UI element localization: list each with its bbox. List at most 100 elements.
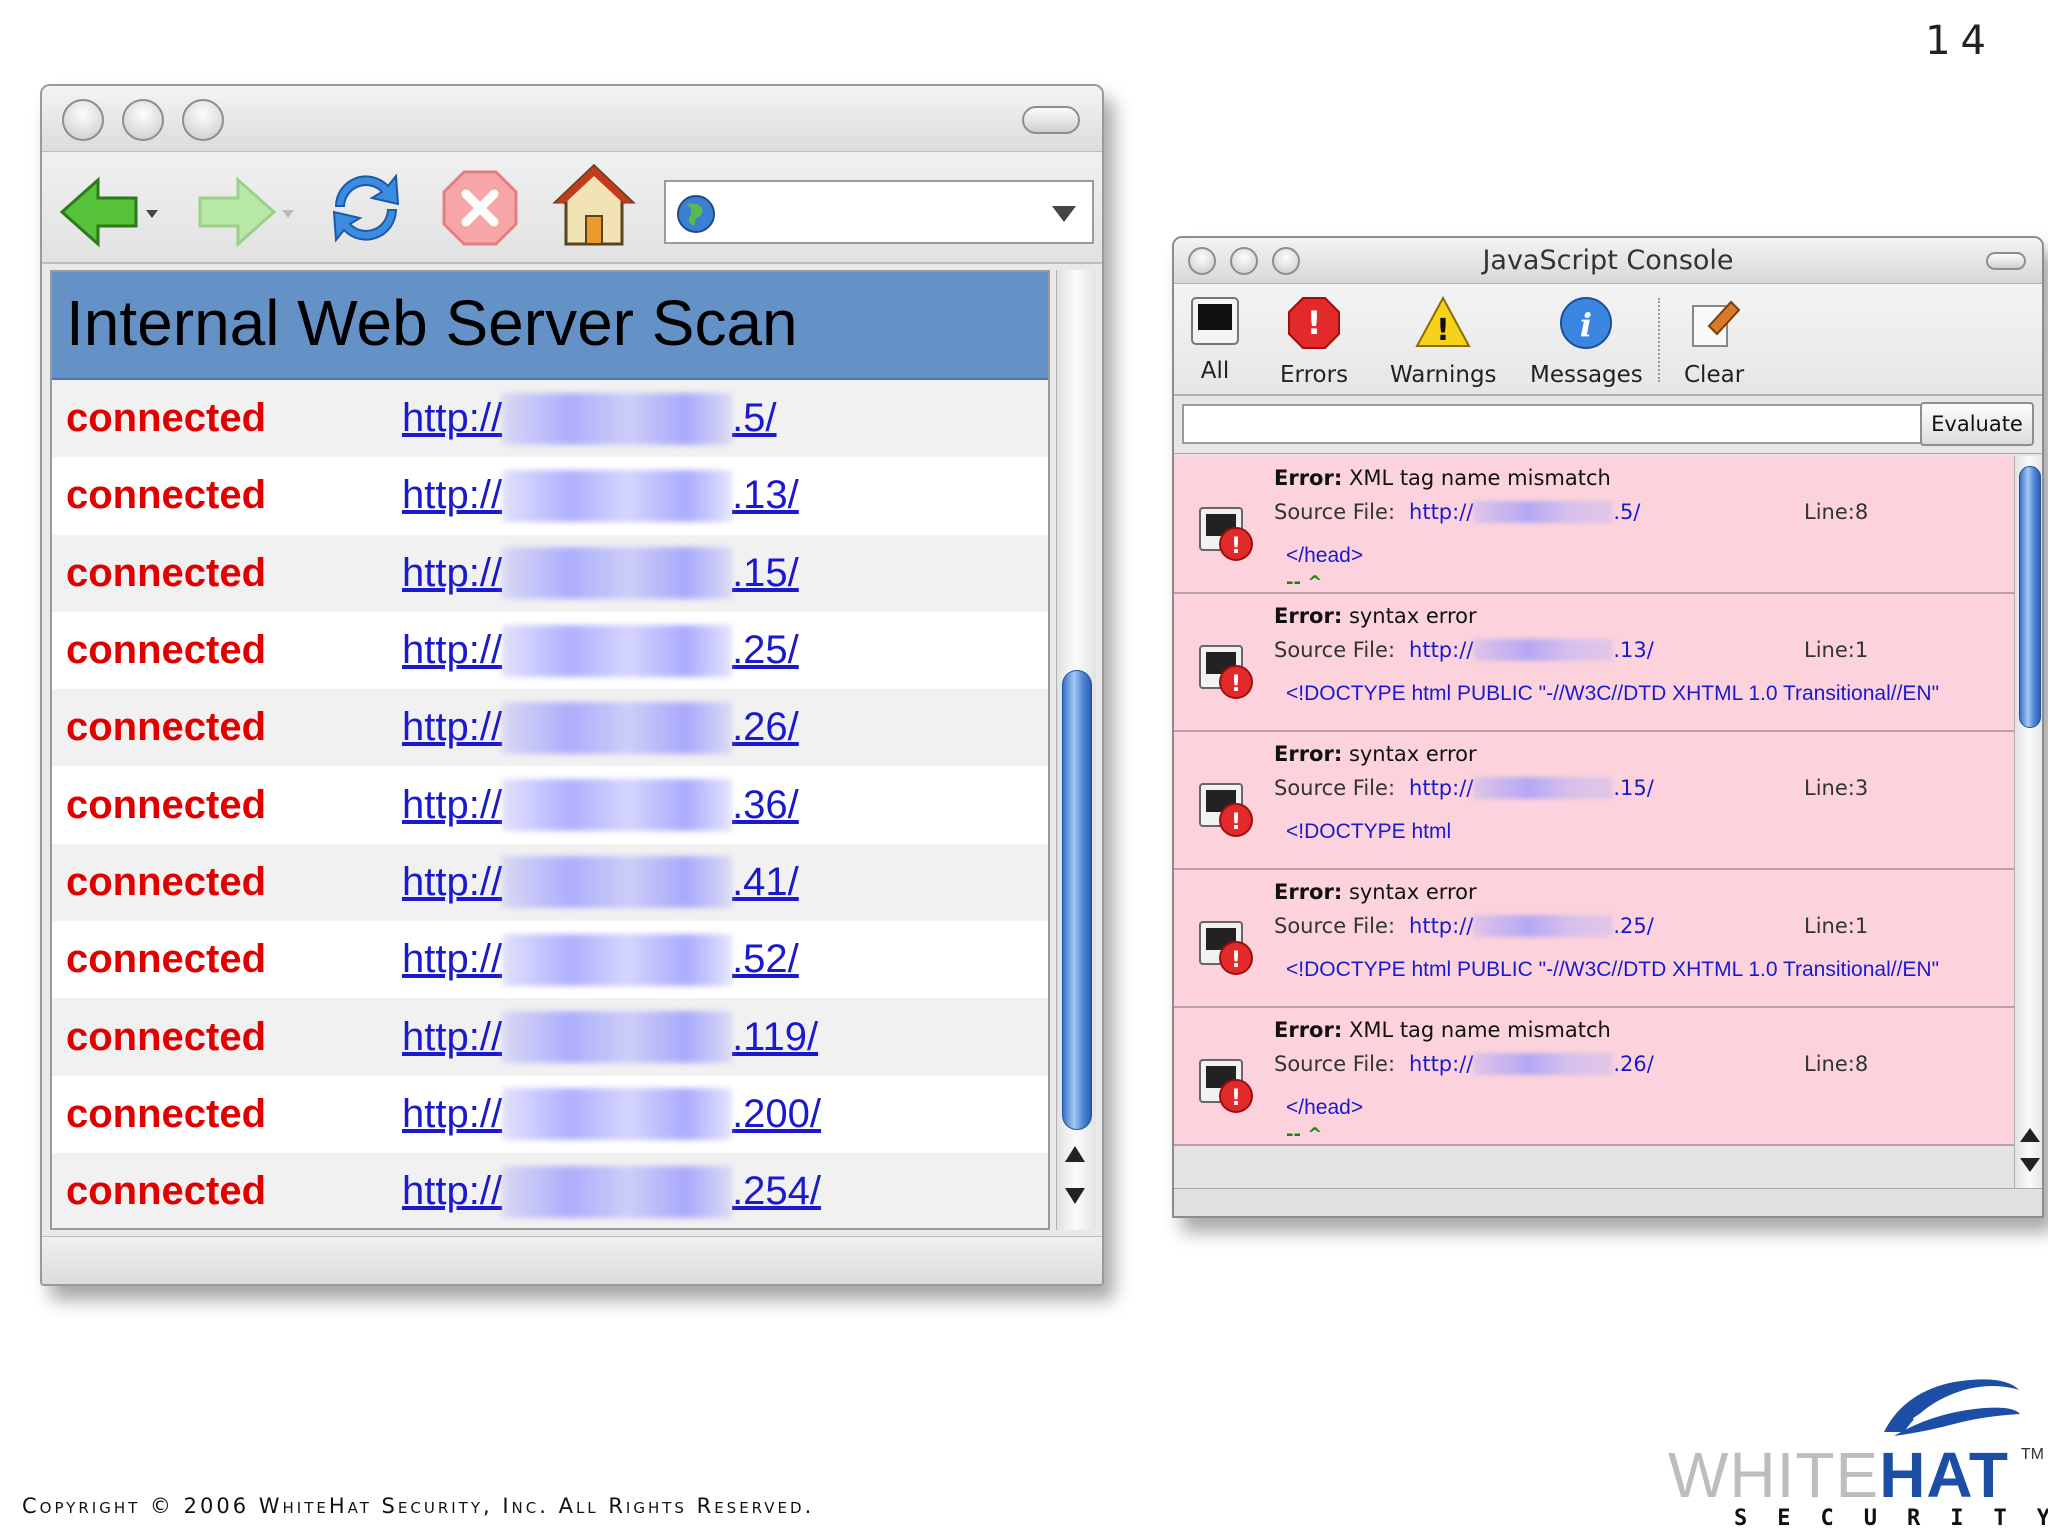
clear-button[interactable]: Clear xyxy=(1684,296,1744,388)
info-icon: i xyxy=(1560,297,1613,349)
url-suffix: .5/ xyxy=(732,396,777,441)
connection-status: connected xyxy=(66,937,267,982)
redacted-ip-blur xyxy=(502,856,733,909)
toolbar-toggle-button[interactable] xyxy=(1022,106,1080,134)
server-url-link[interactable]: http:// .25/ xyxy=(402,624,799,677)
console-error-entry[interactable]: ! Error: XML tag name mismatch Source File… xyxy=(1174,1008,2014,1146)
server-url-link[interactable]: http:// .119/ xyxy=(402,1011,818,1064)
source-file: Source File: http://.25/ xyxy=(1274,914,1654,938)
server-url-link[interactable]: http:// .52/ xyxy=(402,933,799,986)
source-code-snippet: </head> xyxy=(1286,544,1364,567)
source-file: Source File: http://.13/ xyxy=(1274,638,1654,662)
redacted-ip-blur xyxy=(1473,777,1614,799)
stop-icon[interactable] xyxy=(440,168,520,248)
connection-status: connected xyxy=(66,550,267,595)
server-url-link[interactable]: http:// .15/ xyxy=(402,547,799,600)
url-prefix: http:// xyxy=(402,937,503,982)
source-url[interactable]: http://.26/ xyxy=(1409,1052,1654,1076)
server-url-link[interactable]: http:// .13/ xyxy=(402,469,799,522)
redacted-ip-blur xyxy=(1473,915,1614,937)
minimize-window-button[interactable] xyxy=(122,99,164,141)
browser-titlebar xyxy=(42,86,1102,152)
javascript-console-window: JavaScript Console All ! Errors ! Warnin… xyxy=(1172,236,2044,1218)
error-document-icon: ! xyxy=(1199,645,1253,699)
console-error-entry[interactable]: ! Error: syntax error Source File: http://.… xyxy=(1174,594,2014,732)
warnings-filter-button[interactable]: ! Warnings xyxy=(1390,296,1497,388)
errors-filter-button[interactable]: ! Errors xyxy=(1280,296,1348,388)
toolbar-toggle-button[interactable] xyxy=(1986,252,2026,270)
source-code-snippet: <!DOCTYPE html PUBLIC "-//W3C//DTD XHTML… xyxy=(1286,958,1940,981)
home-icon[interactable] xyxy=(552,162,636,248)
error-document-icon: ! xyxy=(1199,507,1253,561)
address-bar[interactable] xyxy=(664,180,1094,244)
url-suffix: .15/ xyxy=(732,550,799,595)
redacted-ip-blur xyxy=(502,1088,733,1141)
clear-eraser-icon xyxy=(1692,300,1741,347)
source-url[interactable]: http://.13/ xyxy=(1409,638,1654,662)
source-code-snippet: <!DOCTYPE html PUBLIC "-//W3C//DTD XHTML… xyxy=(1286,682,1940,705)
redacted-ip-blur xyxy=(502,1011,733,1064)
slide-number: 14 xyxy=(1925,18,1996,64)
evaluate-button[interactable]: Evaluate xyxy=(1920,402,2034,446)
toolbar-separator xyxy=(1658,298,1660,382)
svg-text:!: ! xyxy=(1231,534,1241,559)
error-message: Error: syntax error xyxy=(1274,604,1477,628)
source-url[interactable]: http://.5/ xyxy=(1409,500,1640,524)
forward-arrow-icon[interactable] xyxy=(196,176,296,248)
scan-row: connected http:// .5/ xyxy=(52,380,1048,458)
server-url-link[interactable]: http:// .36/ xyxy=(402,779,799,832)
source-file: Source File: http://.26/ xyxy=(1274,1052,1654,1076)
error-document-icon: ! xyxy=(1199,921,1253,975)
reload-icon[interactable] xyxy=(326,168,406,248)
scroll-up-arrow-icon[interactable] xyxy=(1065,1146,1085,1162)
connection-status: connected xyxy=(66,396,267,441)
close-window-button[interactable] xyxy=(62,99,104,141)
connection-status: connected xyxy=(66,1169,267,1214)
scan-row: connected http:// .41/ xyxy=(52,843,1048,922)
chevron-down-icon[interactable] xyxy=(1052,206,1076,222)
close-window-button[interactable] xyxy=(1188,247,1216,275)
scroll-down-arrow-icon[interactable] xyxy=(2020,1158,2040,1172)
console-title: JavaScript Console xyxy=(1482,245,1734,276)
globe-icon xyxy=(677,195,715,233)
scroll-thumb[interactable] xyxy=(2019,466,2041,728)
evaluate-input[interactable] xyxy=(1182,404,1922,444)
server-url-link[interactable]: http:// .254/ xyxy=(402,1165,821,1218)
source-url[interactable]: http://.15/ xyxy=(1409,776,1654,800)
console-error-entry[interactable]: ! Error: XML tag name mismatch Source File… xyxy=(1174,456,2014,594)
console-toolbar: All ! Errors ! Warnings i Messages Clear xyxy=(1174,284,2042,396)
connection-status: connected xyxy=(66,1091,267,1136)
console-error-entry[interactable]: ! Error: syntax error Source File: http://.… xyxy=(1174,870,2014,1008)
source-code-snippet: <!DOCTYPE html xyxy=(1286,820,1452,843)
source-url[interactable]: http://.25/ xyxy=(1409,914,1654,938)
zoom-window-button[interactable] xyxy=(182,99,224,141)
server-url-link[interactable]: http:// .26/ xyxy=(402,701,799,754)
scroll-down-arrow-icon[interactable] xyxy=(1065,1188,1085,1204)
source-file: Source File: http://.15/ xyxy=(1274,776,1654,800)
url-prefix: http:// xyxy=(402,782,503,827)
server-url-link[interactable]: http:// .200/ xyxy=(402,1088,821,1141)
logo-wordmark: WHITEHAT xyxy=(1668,1439,2009,1511)
console-vertical-scrollbar[interactable] xyxy=(2014,456,2042,1190)
back-arrow-icon[interactable] xyxy=(60,176,160,248)
server-url-link[interactable]: http:// .5/ xyxy=(402,392,777,445)
minimize-window-button[interactable] xyxy=(1230,247,1258,275)
scroll-thumb[interactable] xyxy=(1062,670,1092,1130)
trademark-mark: TM xyxy=(2020,1446,2044,1463)
console-message-list: ! Error: XML tag name mismatch Source File… xyxy=(1174,456,2014,1190)
all-filter-button[interactable]: All xyxy=(1190,296,1240,384)
zoom-window-button[interactable] xyxy=(1272,247,1300,275)
svg-text:!: ! xyxy=(1307,304,1322,342)
server-url-link[interactable]: http:// .41/ xyxy=(402,856,799,909)
error-message: Error: syntax error xyxy=(1274,880,1477,904)
redacted-ip-blur xyxy=(502,1165,733,1218)
warning-icon: ! xyxy=(1415,296,1471,348)
console-error-entry[interactable]: ! Error: syntax error Source File: http://.… xyxy=(1174,732,2014,870)
svg-text:!: ! xyxy=(1436,313,1450,348)
connection-status: connected xyxy=(66,1014,267,1059)
redacted-ip-blur xyxy=(502,547,733,600)
messages-filter-button[interactable]: i Messages xyxy=(1530,296,1643,388)
scroll-up-arrow-icon[interactable] xyxy=(2020,1128,2040,1142)
browser-vertical-scrollbar[interactable] xyxy=(1056,270,1096,1230)
evaluate-bar: Evaluate xyxy=(1174,396,2042,454)
